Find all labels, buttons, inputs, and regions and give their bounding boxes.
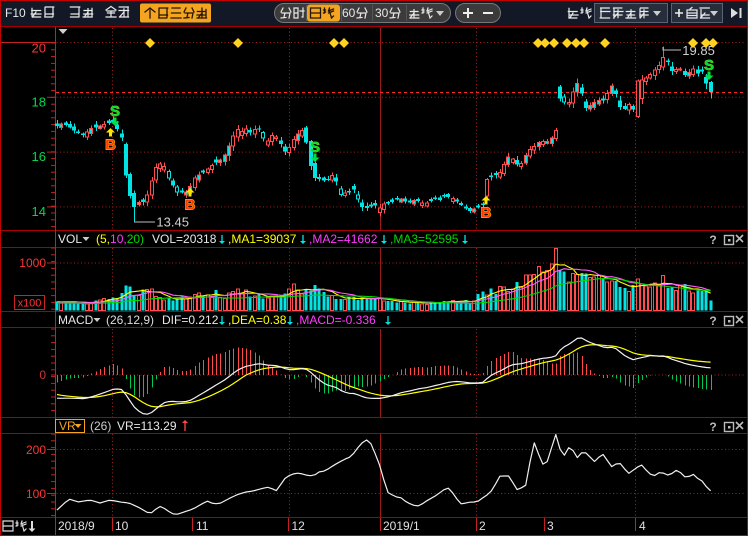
- svg-text:2019/1: 2019/1: [383, 519, 420, 533]
- svg-text:1000: 1000: [19, 256, 46, 270]
- svg-text:(26,12,9): (26,12,9): [106, 313, 154, 327]
- svg-text:DIF=0.212: DIF=0.212: [162, 313, 219, 327]
- svg-text:?: ?: [709, 314, 716, 328]
- svg-text:,MA3=52595: ,MA3=52595: [390, 232, 459, 246]
- svg-text:18: 18: [32, 94, 46, 109]
- svg-text:MACD: MACD: [58, 313, 94, 327]
- svg-text:12: 12: [292, 519, 306, 533]
- svg-text:20: 20: [32, 41, 46, 56]
- svg-text:(26): (26): [90, 419, 111, 433]
- svg-text:200: 200: [26, 443, 46, 457]
- svg-text:30: 30: [375, 6, 389, 20]
- svg-text:VR: VR: [59, 419, 76, 433]
- svg-text:(5,10,20): (5,10,20): [96, 232, 144, 246]
- svg-text:13.45: 13.45: [156, 214, 189, 229]
- svg-text:,DEA=0.38: ,DEA=0.38: [228, 313, 287, 327]
- svg-text:3: 3: [547, 519, 554, 533]
- svg-text:4: 4: [639, 519, 646, 533]
- svg-text:?: ?: [709, 233, 716, 247]
- svg-text:?: ?: [709, 420, 716, 434]
- svg-text:14: 14: [32, 204, 46, 219]
- svg-text:VOL: VOL: [58, 232, 82, 246]
- svg-text:11: 11: [196, 519, 209, 533]
- svg-text:S: S: [310, 139, 320, 156]
- svg-text:2: 2: [479, 519, 486, 533]
- svg-text:x100: x100: [18, 298, 42, 310]
- svg-text:,MA1=39037: ,MA1=39037: [228, 232, 297, 246]
- svg-text:,MA2=41662: ,MA2=41662: [309, 232, 378, 246]
- svg-text:60: 60: [342, 6, 356, 20]
- svg-text:0: 0: [39, 368, 46, 382]
- svg-text:19.85: 19.85: [682, 43, 715, 58]
- svg-text:S: S: [704, 57, 714, 74]
- svg-text:VOL=20318: VOL=20318: [152, 232, 217, 246]
- svg-text:B: B: [105, 137, 116, 154]
- svg-text:B: B: [185, 197, 196, 214]
- svg-text:10: 10: [115, 519, 129, 533]
- svg-text:F10: F10: [5, 6, 26, 20]
- svg-text:2018/9: 2018/9: [58, 519, 95, 533]
- svg-text:,MACD=-0.336: ,MACD=-0.336: [296, 313, 376, 327]
- svg-text:16: 16: [32, 149, 46, 164]
- svg-text:100: 100: [26, 487, 46, 501]
- svg-text:B: B: [481, 205, 492, 222]
- svg-text:S: S: [110, 103, 120, 120]
- svg-text:VR=113.29: VR=113.29: [117, 419, 177, 433]
